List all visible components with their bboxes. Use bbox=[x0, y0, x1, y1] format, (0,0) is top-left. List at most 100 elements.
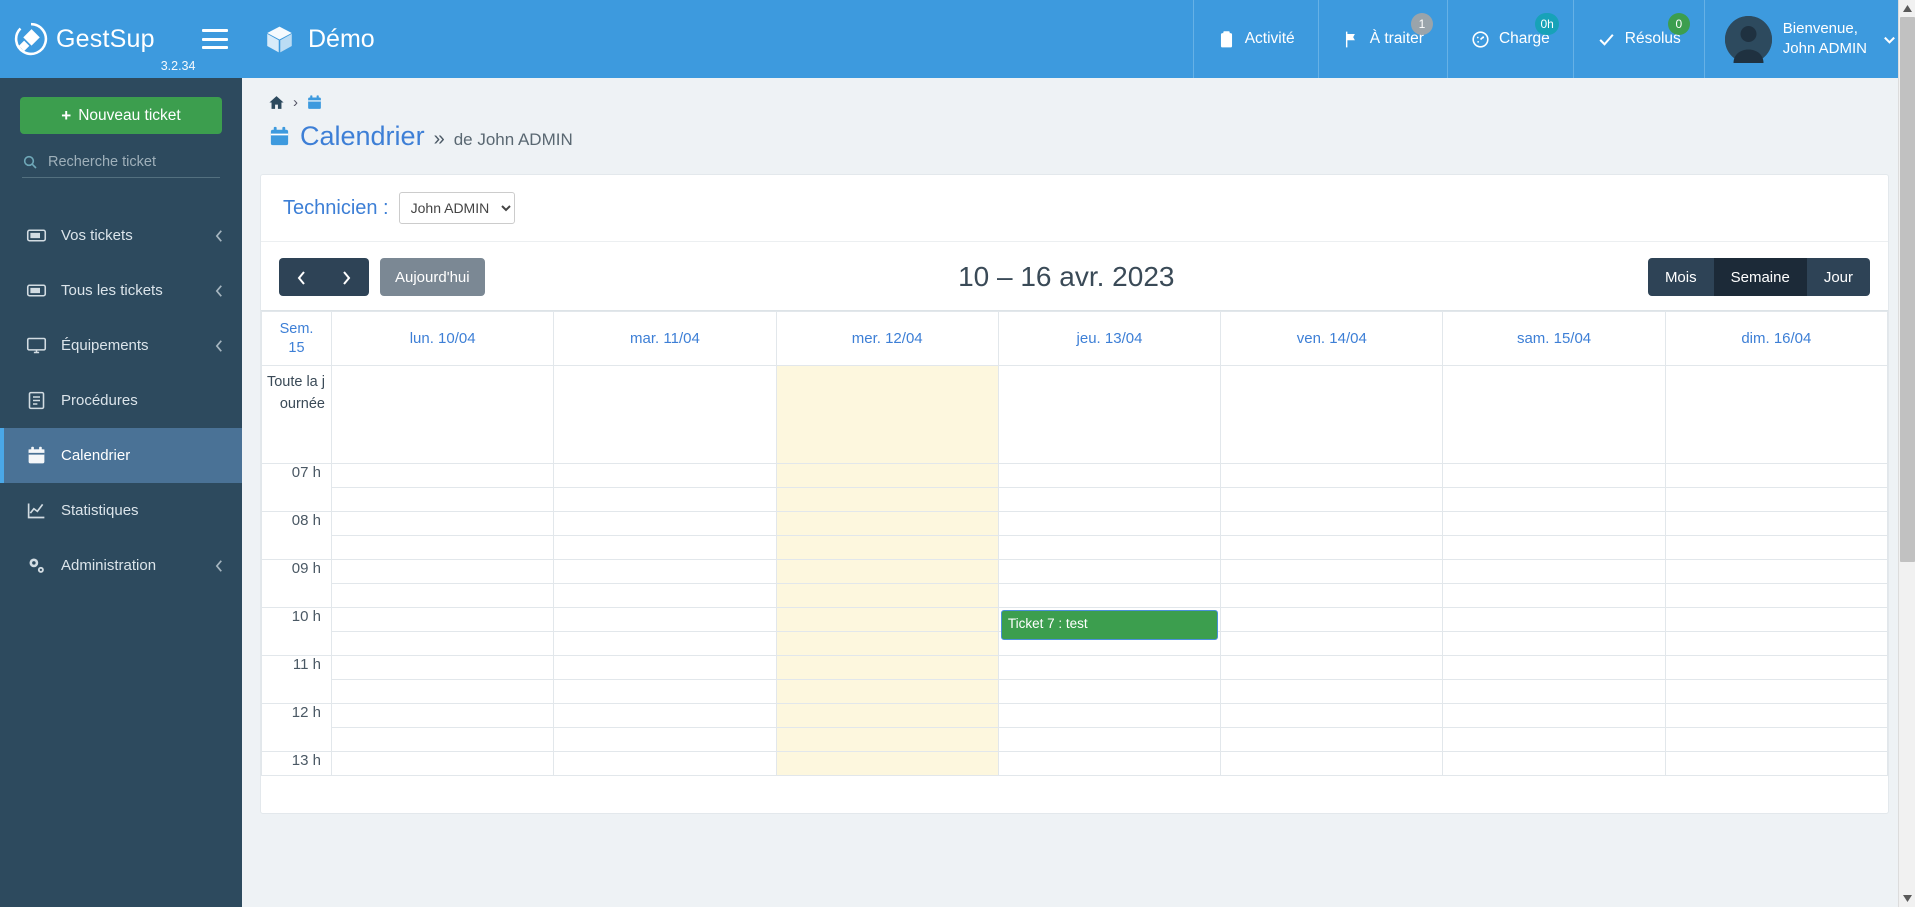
day-header-lun[interactable]: lun. 10/04 bbox=[330, 311, 555, 366]
scroll-up-arrow-icon[interactable] bbox=[1899, 0, 1915, 17]
allday-cell-sam[interactable] bbox=[1442, 365, 1666, 464]
vertical-scrollbar[interactable] bbox=[1898, 0, 1915, 907]
slot-jeu-1230[interactable] bbox=[997, 727, 1222, 752]
sidebar-item-statistiques[interactable]: Statistiques bbox=[0, 483, 242, 538]
slot-sam-09[interactable] bbox=[1442, 559, 1666, 584]
slot-lun-0730[interactable] bbox=[330, 487, 555, 512]
day-header-jeu[interactable]: jeu. 13/04 bbox=[997, 311, 1222, 366]
slot-sam-11[interactable] bbox=[1442, 655, 1666, 680]
day-header-mer[interactable]: mer. 12/04 bbox=[775, 311, 999, 366]
slot-sam-10[interactable] bbox=[1442, 607, 1666, 632]
sidebar-item-equipements[interactable]: Équipements bbox=[0, 318, 242, 373]
slot-mer-10[interactable] bbox=[775, 607, 999, 632]
day-header-sam[interactable]: sam. 15/04 bbox=[1442, 311, 1666, 366]
slot-mar-12[interactable] bbox=[553, 703, 777, 728]
slot-ven-0730[interactable] bbox=[1220, 487, 1444, 512]
day-header-ven[interactable]: ven. 14/04 bbox=[1220, 311, 1444, 366]
slot-mar-0730[interactable] bbox=[553, 487, 777, 512]
view-month-button[interactable]: Mois bbox=[1647, 258, 1714, 296]
slot-lun-11[interactable] bbox=[330, 655, 555, 680]
slot-dim-0830[interactable] bbox=[1664, 535, 1889, 560]
home-icon[interactable] bbox=[268, 94, 285, 111]
slot-mar-1230[interactable] bbox=[553, 727, 777, 752]
sidebar-item-calendrier[interactable]: Calendrier bbox=[0, 428, 242, 483]
slot-dim-12[interactable] bbox=[1664, 703, 1889, 728]
calendar-event[interactable]: Ticket 7 : test bbox=[1000, 610, 1219, 640]
slot-ven-1230[interactable] bbox=[1220, 727, 1444, 752]
slot-ven-0830[interactable] bbox=[1220, 535, 1444, 560]
allday-cell-dim[interactable] bbox=[1664, 365, 1889, 464]
slot-mer-11[interactable] bbox=[775, 655, 999, 680]
slot-sam-0830[interactable] bbox=[1442, 535, 1666, 560]
slot-lun-09[interactable] bbox=[330, 559, 555, 584]
slot-ven-10[interactable] bbox=[1220, 607, 1444, 632]
slot-mer-0730[interactable] bbox=[775, 487, 999, 512]
slot-dim-0930[interactable] bbox=[1664, 583, 1889, 608]
slot-mar-0830[interactable] bbox=[553, 535, 777, 560]
allday-cell-mer[interactable] bbox=[775, 365, 999, 464]
technician-select[interactable]: John ADMIN bbox=[398, 192, 515, 224]
topbar-item-activite[interactable]: Activité bbox=[1192, 0, 1318, 78]
slot-jeu-11[interactable] bbox=[997, 655, 1222, 680]
slot-dim-11[interactable] bbox=[1664, 655, 1889, 680]
slot-jeu-12[interactable] bbox=[997, 703, 1222, 728]
topbar-item-resolus[interactable]: Résolus 0 bbox=[1572, 0, 1704, 78]
slot-lun-1030[interactable] bbox=[330, 631, 555, 656]
view-week-button[interactable]: Semaine bbox=[1713, 258, 1807, 296]
topbar-item-a-traiter[interactable]: À traiter 1 bbox=[1317, 0, 1447, 78]
slot-sam-1230[interactable] bbox=[1442, 727, 1666, 752]
slot-mar-13[interactable] bbox=[553, 751, 777, 776]
day-header-dim[interactable]: dim. 16/04 bbox=[1664, 311, 1889, 366]
slot-jeu-0930[interactable] bbox=[997, 583, 1222, 608]
slot-lun-12[interactable] bbox=[330, 703, 555, 728]
slot-mar-1030[interactable] bbox=[553, 631, 777, 656]
slot-mer-07[interactable] bbox=[775, 463, 999, 488]
allday-cell-lun[interactable] bbox=[330, 365, 555, 464]
scroll-down-arrow-icon[interactable] bbox=[1899, 890, 1915, 907]
slot-mer-13[interactable] bbox=[775, 751, 999, 776]
topbar-item-charge[interactable]: Charge 0h bbox=[1446, 0, 1573, 78]
slot-dim-09[interactable] bbox=[1664, 559, 1889, 584]
slot-dim-0730[interactable] bbox=[1664, 487, 1889, 512]
slot-mer-0830[interactable] bbox=[775, 535, 999, 560]
allday-cell-ven[interactable] bbox=[1220, 365, 1444, 464]
slot-jeu-0830[interactable] bbox=[997, 535, 1222, 560]
slot-sam-12[interactable] bbox=[1442, 703, 1666, 728]
slot-dim-13[interactable] bbox=[1664, 751, 1889, 776]
chevron-down-icon[interactable] bbox=[1882, 32, 1897, 47]
sidebar-item-vos-tickets[interactable]: Vos tickets bbox=[0, 208, 242, 263]
slot-lun-1130[interactable] bbox=[330, 679, 555, 704]
slot-dim-1130[interactable] bbox=[1664, 679, 1889, 704]
slot-mer-1030[interactable] bbox=[775, 631, 999, 656]
next-week-button[interactable] bbox=[324, 258, 369, 296]
slot-lun-07[interactable] bbox=[330, 463, 555, 488]
slot-lun-0930[interactable] bbox=[330, 583, 555, 608]
slot-lun-1230[interactable] bbox=[330, 727, 555, 752]
slot-lun-08[interactable] bbox=[330, 511, 555, 536]
slot-lun-13[interactable] bbox=[330, 751, 555, 776]
slot-mar-07[interactable] bbox=[553, 463, 777, 488]
slot-lun-10[interactable] bbox=[330, 607, 555, 632]
prev-week-button[interactable] bbox=[279, 258, 324, 296]
slot-dim-1030[interactable] bbox=[1664, 631, 1889, 656]
sidebar-item-administration[interactable]: Administration bbox=[0, 538, 242, 593]
slot-sam-0730[interactable] bbox=[1442, 487, 1666, 512]
slot-mer-09[interactable] bbox=[775, 559, 999, 584]
slot-ven-1130[interactable] bbox=[1220, 679, 1444, 704]
slot-sam-13[interactable] bbox=[1442, 751, 1666, 776]
slot-mar-11[interactable] bbox=[553, 655, 777, 680]
slot-ven-1030[interactable] bbox=[1220, 631, 1444, 656]
slot-ven-11[interactable] bbox=[1220, 655, 1444, 680]
slot-mar-0930[interactable] bbox=[553, 583, 777, 608]
calendar-icon[interactable] bbox=[306, 94, 323, 111]
slot-mer-1130[interactable] bbox=[775, 679, 999, 704]
search-input[interactable] bbox=[48, 154, 220, 170]
slot-mar-1130[interactable] bbox=[553, 679, 777, 704]
slot-lun-0830[interactable] bbox=[330, 535, 555, 560]
slot-ven-12[interactable] bbox=[1220, 703, 1444, 728]
hamburger-menu-icon[interactable] bbox=[202, 29, 228, 49]
slot-ven-07[interactable] bbox=[1220, 463, 1444, 488]
slot-mar-10[interactable] bbox=[553, 607, 777, 632]
slot-mar-09[interactable] bbox=[553, 559, 777, 584]
day-header-mar[interactable]: mar. 11/04 bbox=[553, 311, 777, 366]
